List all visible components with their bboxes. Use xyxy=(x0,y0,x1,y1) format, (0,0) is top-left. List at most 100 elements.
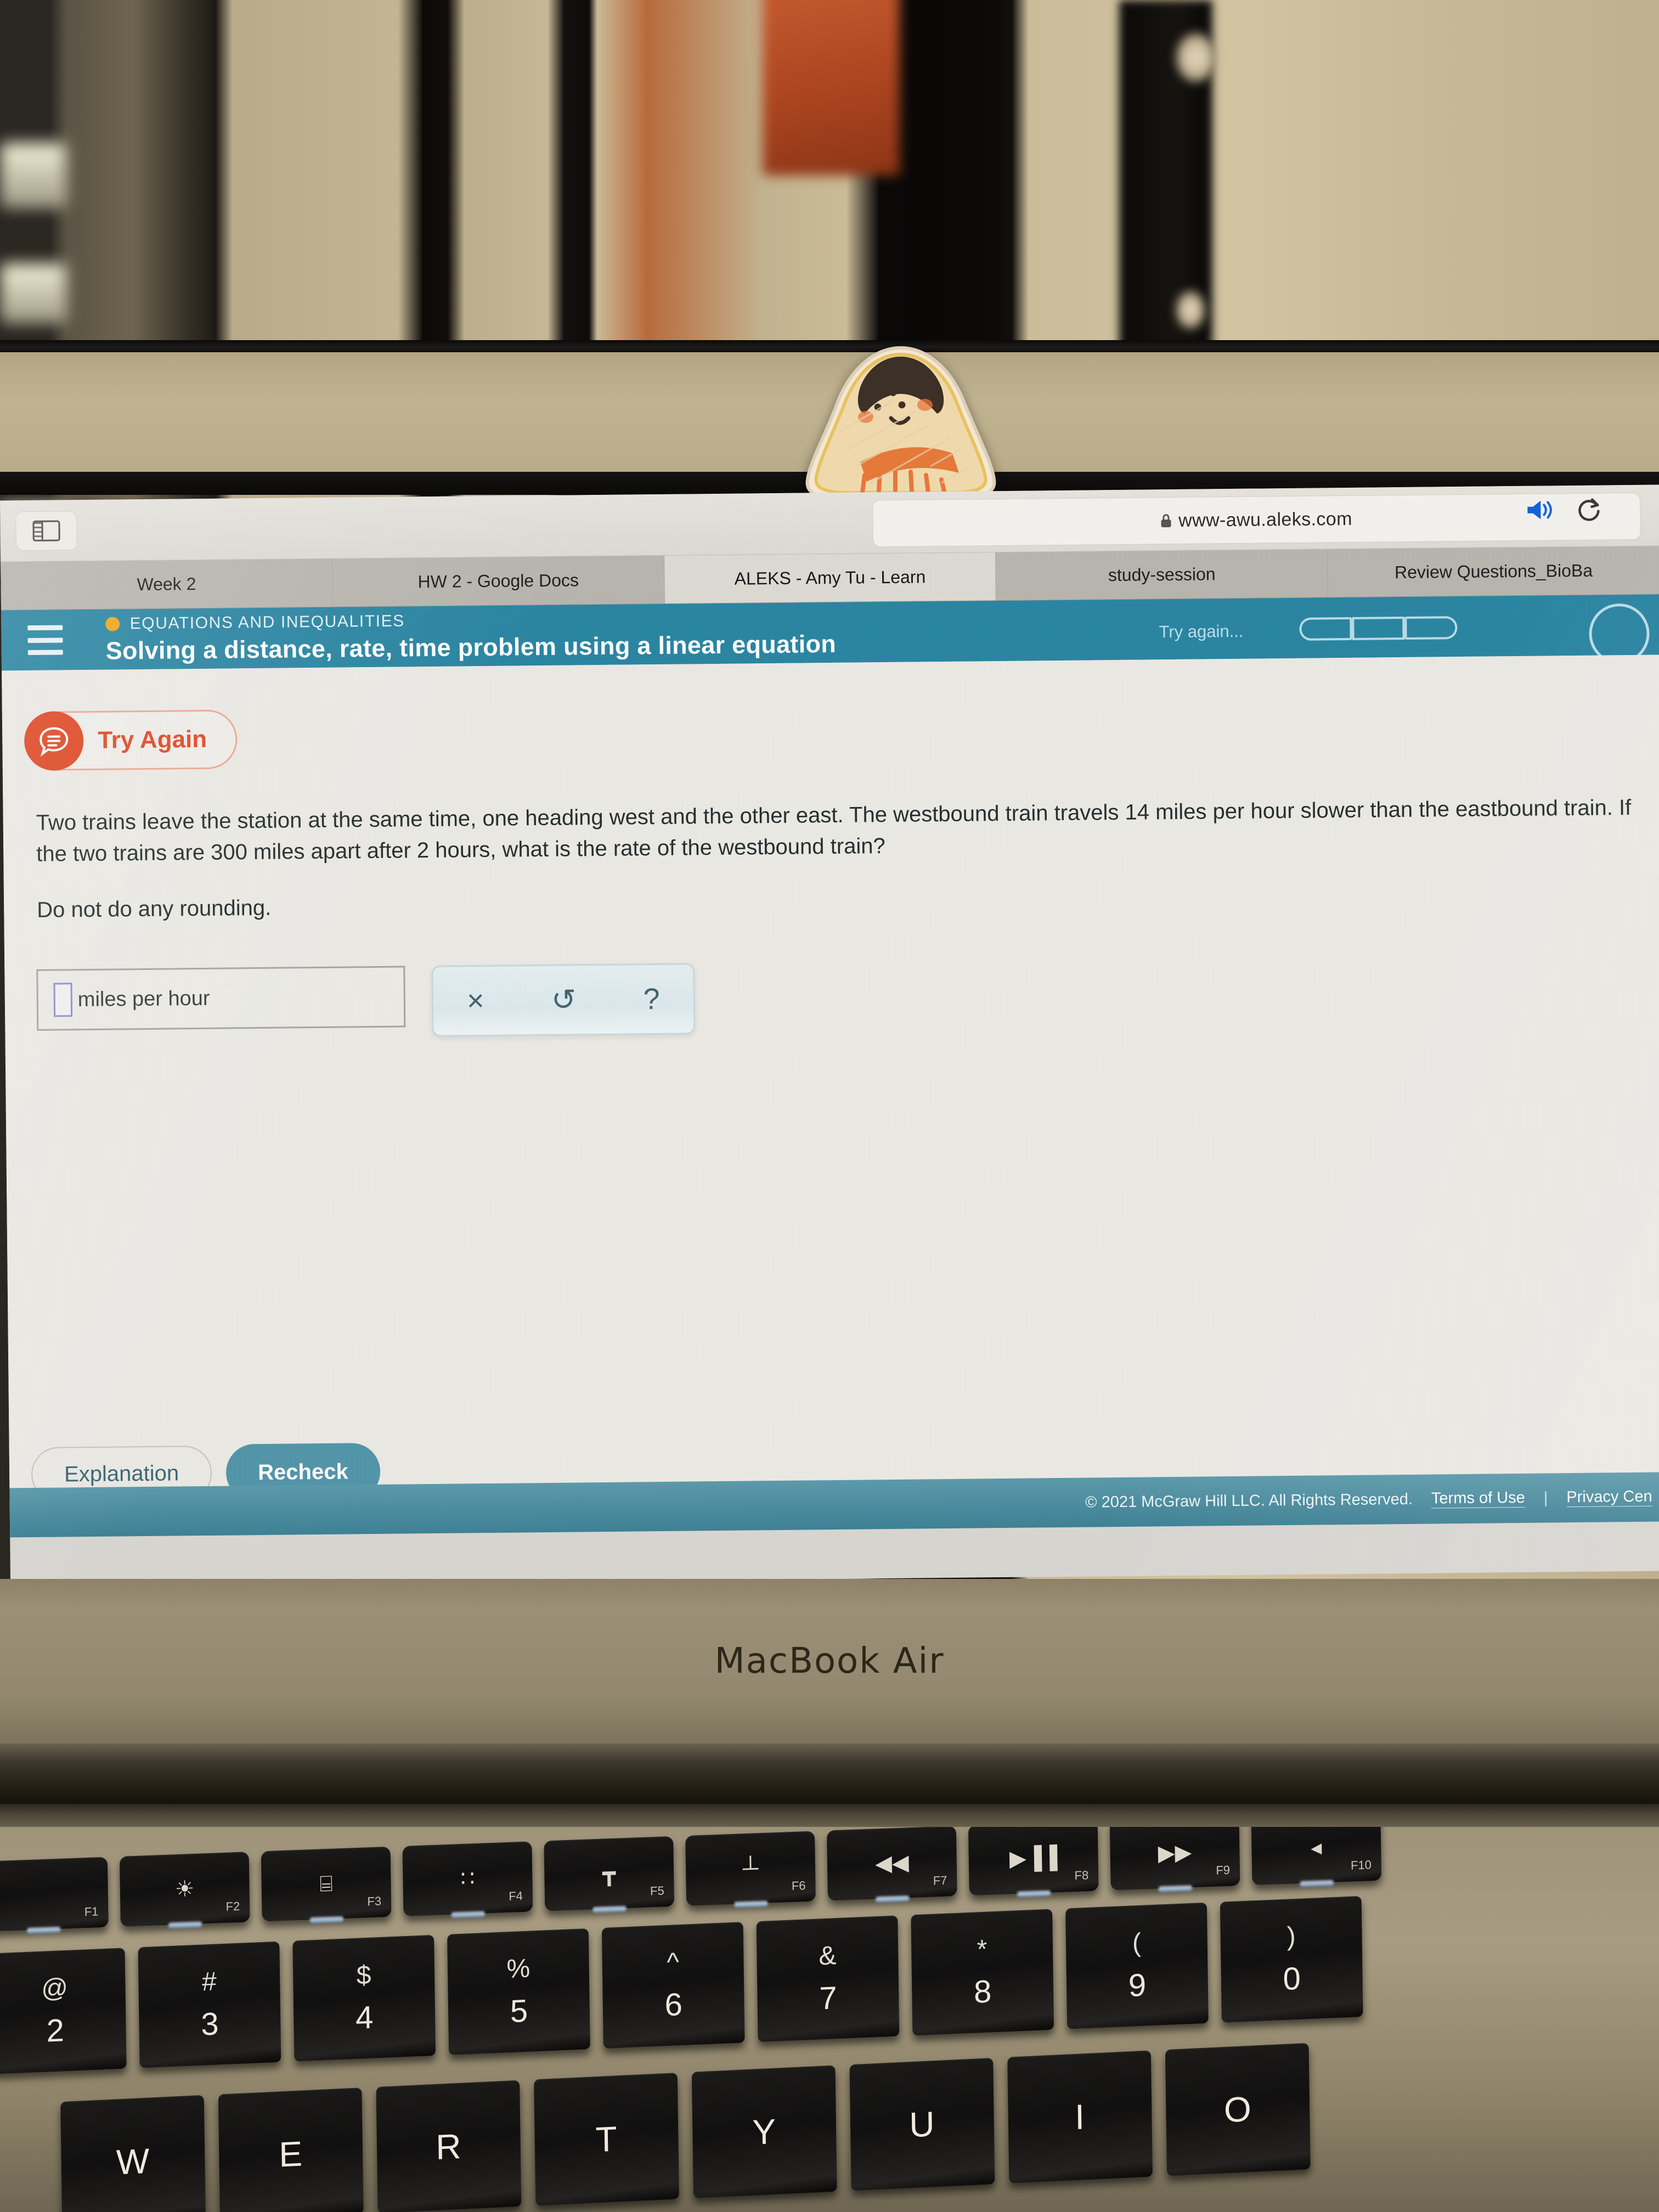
browser-tab-active[interactable]: ALEKS - Amy Tu - Learn xyxy=(664,552,997,603)
privacy-center-link[interactable]: Privacy Cen xyxy=(1566,1487,1652,1508)
key-lower-glyph: 2 xyxy=(46,2012,65,2049)
key-brightness-up[interactable]: ☀ F2 xyxy=(119,1852,250,1928)
key-upper-glyph: # xyxy=(201,1967,217,1997)
try-again-label: Try Again xyxy=(98,725,207,754)
multiply-button[interactable]: × xyxy=(467,984,484,1017)
sidebar-toggle-icon[interactable] xyxy=(15,511,77,551)
key-play-pause[interactable]: ▶▐▐ F8 xyxy=(968,1827,1099,1898)
speech-bubble-icon xyxy=(24,711,84,771)
laptop-hinge xyxy=(0,1743,1659,1804)
key-o[interactable]: O xyxy=(1165,2042,1311,2176)
red-poster xyxy=(763,0,900,176)
help-button[interactable]: ? xyxy=(643,983,660,1015)
progress-indicator xyxy=(1299,616,1458,641)
speaker-playing-icon[interactable] xyxy=(1525,498,1555,522)
key-lower-glyph: 0 xyxy=(1283,1960,1301,1997)
page-title: Solving a distance, rate, time problem u… xyxy=(105,629,837,665)
footer-separator: | xyxy=(1543,1489,1548,1507)
key-lower-glyph: 9 xyxy=(1128,1967,1147,2004)
key-u[interactable]: U xyxy=(849,2057,995,2191)
key-y[interactable]: Y xyxy=(691,2065,837,2199)
browser-tab[interactable]: HW 2 - Google Docs xyxy=(332,555,665,607)
key-upper-glyph: $ xyxy=(356,1960,371,1990)
key-3[interactable]: # 3 xyxy=(138,1941,281,2068)
browser-tab[interactable]: Week 2 xyxy=(1,558,333,610)
key-fn-label: F3 xyxy=(367,1894,382,1909)
hamburger-menu-icon[interactable] xyxy=(27,625,63,656)
key-glyph: ☀ xyxy=(174,1876,195,1902)
key-0[interactable]: ) 0 xyxy=(1220,1896,1363,2023)
key-letter: T xyxy=(595,2119,618,2160)
sidebar-glyph xyxy=(32,520,60,541)
key-fn-label: F4 xyxy=(509,1889,523,1904)
key-f1[interactable]: F1 xyxy=(0,1857,109,1934)
key-i[interactable]: I xyxy=(1007,2050,1153,2183)
key-fast-forward[interactable]: ▶▶ F9 xyxy=(1109,1827,1240,1892)
reload-icon[interactable] xyxy=(1576,496,1602,522)
key-launchpad[interactable]: ∷ F4 xyxy=(402,1841,533,1918)
answer-input[interactable]: miles per hour xyxy=(36,966,406,1031)
key-letter: W xyxy=(116,2141,150,2182)
key-lower-glyph: 3 xyxy=(200,2006,219,2042)
key-8[interactable]: * 8 xyxy=(911,1909,1054,2036)
key-glyph: ∷ xyxy=(460,1866,475,1892)
key-glyph: ▶▐▐ xyxy=(1009,1845,1058,1871)
key-fn-label: F6 xyxy=(791,1878,806,1893)
key-mission-control[interactable]: ⌸ F3 xyxy=(261,1846,392,1923)
key-9[interactable]: ( 9 xyxy=(1065,1902,1209,2029)
key-6[interactable]: ^ 6 xyxy=(601,1922,745,2049)
key-lower-glyph: 4 xyxy=(355,1999,374,2036)
answer-unit-label: miles per hour xyxy=(77,986,210,1011)
key-upper-glyph: @ xyxy=(41,1973,69,2004)
progress-segment xyxy=(1404,616,1458,640)
key-fn-label: F2 xyxy=(225,1899,240,1914)
key-7[interactable]: & 7 xyxy=(756,1915,900,2042)
key-lower-glyph: 6 xyxy=(664,1987,683,2023)
key-glyph: ⌸ xyxy=(319,1871,333,1897)
key-fn-label: F5 xyxy=(650,1883,664,1898)
key-lower-glyph: 8 xyxy=(973,1973,992,2010)
ceiling-light-glow xyxy=(0,143,66,208)
key-letter: R xyxy=(435,2126,462,2168)
key-4[interactable]: $ 4 xyxy=(292,1934,436,2062)
browser-tab[interactable]: study-session xyxy=(996,549,1329,601)
key-e[interactable]: E xyxy=(218,2087,364,2212)
topic-block: EQUATIONS AND INEQUALITIES Solving a dis… xyxy=(105,608,836,665)
progress-segment xyxy=(1352,616,1405,640)
rounding-instruction: Do not do any rounding. xyxy=(37,895,272,922)
sumo-wrestler-sticker xyxy=(805,346,996,500)
key-lower-glyph: 5 xyxy=(510,1993,528,2030)
key-letter: O xyxy=(1223,2089,1252,2130)
key-mute[interactable]: ◂ F10 xyxy=(1251,1827,1382,1887)
url-text: www-awu.aleks.com xyxy=(1178,508,1353,531)
key-5[interactable]: % 5 xyxy=(447,1928,590,2055)
device-label: MacBook Air xyxy=(714,1641,945,1681)
key-w[interactable]: W xyxy=(60,2095,206,2212)
try-again-feedback-button[interactable]: Try Again xyxy=(24,709,238,771)
keyboard: F1 ☀ F2 ⌸ F3 ∷ F4 ┳ F5 ┴ F6 ◀◀ F7 ▶▐▐ F8… xyxy=(0,1827,1659,2212)
key-upper-glyph: % xyxy=(506,1954,531,1984)
browser-tab[interactable]: Review Questions_BioBa xyxy=(1328,546,1659,597)
terms-of-use-link[interactable]: Terms of Use xyxy=(1431,1488,1525,1509)
screen-bottom-bezel: MacBook Air xyxy=(0,1579,1659,1743)
key-fn-label: F1 xyxy=(84,1904,99,1919)
key-letter: Y xyxy=(752,2111,777,2152)
key-keyboard-backlight-down[interactable]: ┳ F5 xyxy=(544,1836,675,1913)
key-2[interactable]: @ 2 xyxy=(0,1948,127,2075)
undo-button[interactable]: ↺ xyxy=(551,983,577,1016)
key-fn-label: F7 xyxy=(933,1873,947,1888)
key-r[interactable]: R xyxy=(376,2080,522,2212)
key-fn-label: F10 xyxy=(1350,1858,1372,1872)
key-fn-label: F9 xyxy=(1216,1863,1231,1877)
copyright-text: © 2021 McGraw Hill LLC. All Rights Reser… xyxy=(1085,1490,1413,1511)
key-t[interactable]: T xyxy=(534,2073,680,2206)
ceiling-light-glow xyxy=(0,263,66,324)
key-keyboard-backlight-up[interactable]: ┴ F6 xyxy=(685,1831,816,1908)
key-upper-glyph: & xyxy=(819,1941,837,1971)
math-toolbar: × ↺ ? xyxy=(431,963,696,1037)
door-hardware xyxy=(1177,291,1204,329)
progress-segment xyxy=(1299,617,1352,641)
key-upper-glyph: ) xyxy=(1286,1922,1296,1951)
key-rewind[interactable]: ◀◀ F7 xyxy=(826,1827,957,1903)
answer-entry-box[interactable] xyxy=(53,983,73,1017)
